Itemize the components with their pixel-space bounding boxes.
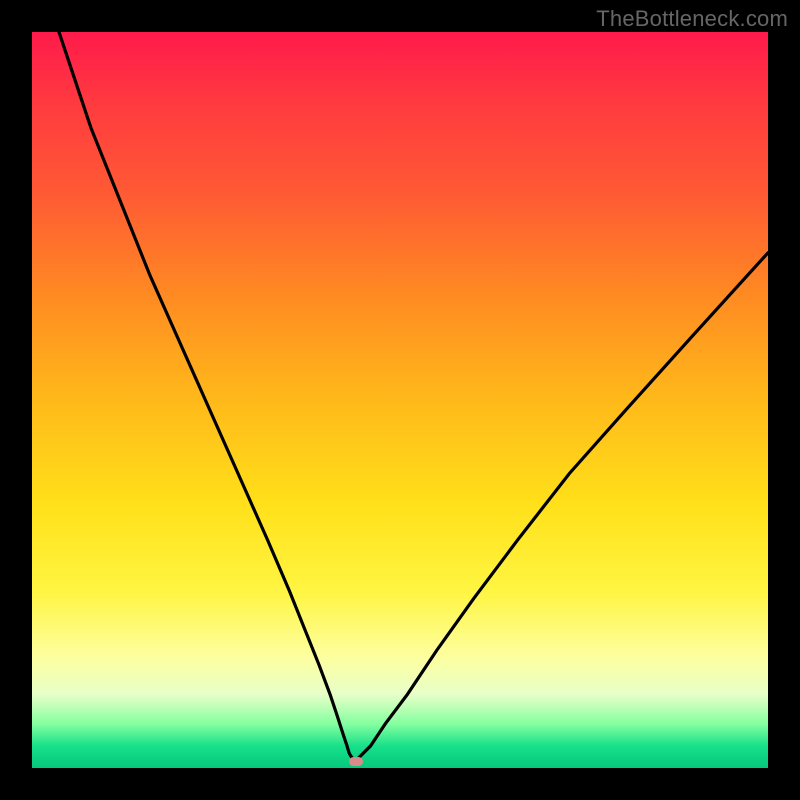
- optimal-marker: [349, 757, 363, 766]
- chart-frame: TheBottleneck.com: [0, 0, 800, 800]
- plot-area: [32, 32, 768, 768]
- bottleneck-curve: [32, 32, 768, 768]
- watermark-text: TheBottleneck.com: [596, 6, 788, 32]
